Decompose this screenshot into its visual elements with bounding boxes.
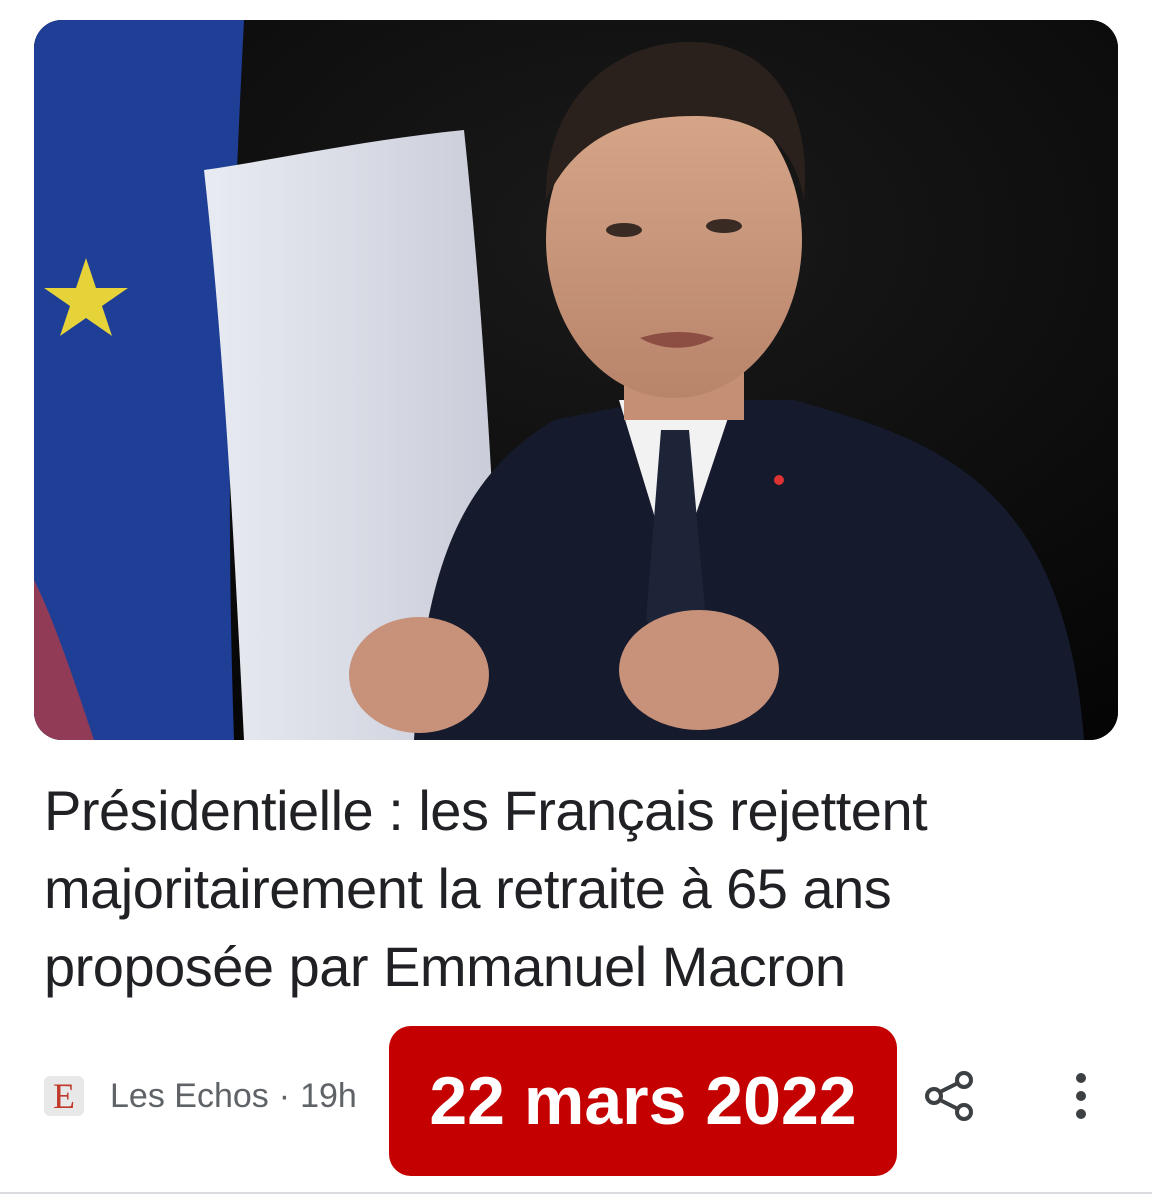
article-meta: E Les Echos · 19h: [44, 1068, 357, 1124]
share-button[interactable]: [920, 1066, 980, 1126]
more-vert-icon: [1076, 1073, 1086, 1119]
date-badge-text: 22 mars 2022: [429, 1063, 857, 1139]
card-divider: [0, 1192, 1152, 1194]
share-icon: [925, 1071, 973, 1121]
source-name[interactable]: Les Echos: [110, 1077, 269, 1116]
news-card[interactable]: Présidentielle : les Français rejettent …: [0, 0, 1152, 1200]
date-badge: 22 mars 2022: [389, 1026, 897, 1176]
meta-separator: ·: [278, 1076, 291, 1115]
more-options-button[interactable]: [1056, 1066, 1106, 1126]
les-echos-logo-icon: E: [44, 1076, 84, 1116]
speaker-photo-illustration: [34, 20, 1118, 740]
article-age: 19h: [300, 1076, 357, 1115]
logo-letter: E: [53, 1076, 75, 1116]
article-photo[interactable]: [34, 20, 1118, 740]
article-headline[interactable]: Présidentielle : les Français rejettent …: [44, 772, 1094, 1006]
